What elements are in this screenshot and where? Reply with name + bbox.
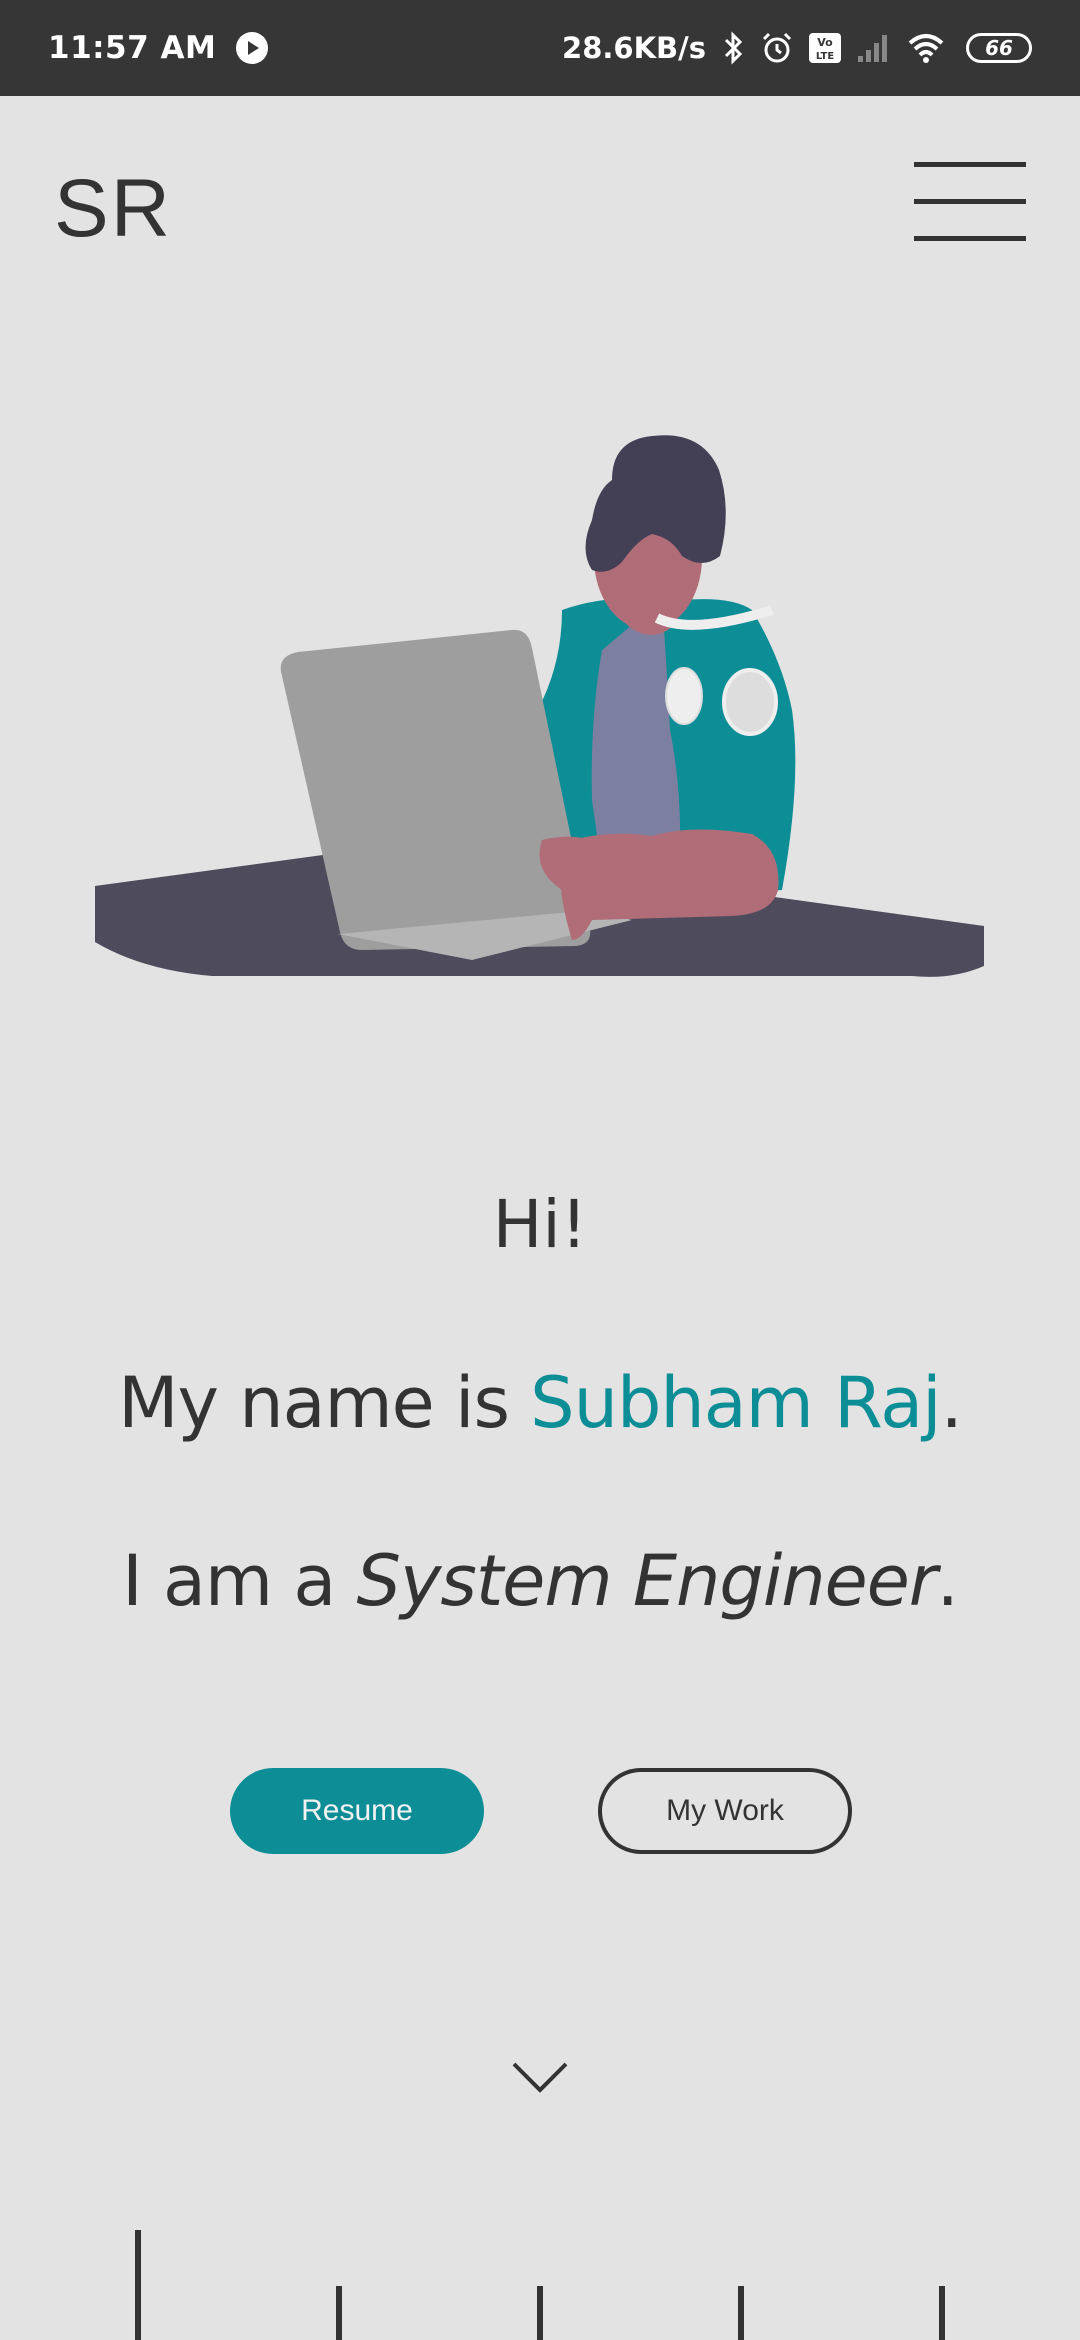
resume-button[interactable]: Resume (230, 1768, 484, 1854)
play-icon (236, 32, 269, 64)
name-line: My name is Subham Raj. (0, 1348, 1080, 1458)
chevron-down-icon[interactable] (510, 2058, 570, 2098)
headphones-right (722, 668, 778, 736)
hamburger-menu-icon[interactable] (912, 162, 1028, 242)
intro-section: Hi! My name is Subham Raj. I am a System… (0, 1170, 1080, 1636)
alarm-icon (760, 31, 794, 65)
role-line: I am a System Engineer. (0, 1526, 1080, 1636)
tick-line (939, 2286, 945, 2340)
name-suffix: . (940, 1362, 963, 1444)
my-work-button[interactable]: My Work (598, 1768, 852, 1854)
status-time: 11:57 AM (48, 30, 217, 66)
tick-line (738, 2286, 744, 2340)
wifi-icon (906, 32, 946, 64)
scroll-decoration (0, 2230, 1080, 2340)
role-title: System Engineer (356, 1540, 938, 1622)
person-with-laptop-illustration (95, 435, 984, 977)
status-bar: 11:57 AM 28.6KB/s Vo LTE 66 (0, 0, 1080, 96)
name-prefix: My name is (118, 1362, 531, 1444)
site-header: SR (0, 96, 1080, 316)
volte-icon: Vo LTE (808, 32, 842, 64)
greeting: Hi! (492, 1186, 588, 1263)
headphones-left (665, 667, 703, 725)
menu-bar-top (914, 162, 1026, 167)
cta-buttons: Resume My Work (0, 1768, 1080, 1854)
svg-text:Vo: Vo (817, 36, 833, 49)
status-icons: 28.6KB/s Vo LTE 66 (562, 31, 1032, 65)
tick-line (336, 2286, 342, 2340)
battery-level: 66 (985, 36, 1013, 60)
signal-icon (856, 32, 892, 64)
menu-bar-middle (914, 199, 1026, 204)
network-speed: 28.6KB/s (562, 31, 706, 65)
role-prefix: I am a (122, 1540, 357, 1622)
site-logo[interactable]: SR (54, 162, 172, 256)
tick-line (537, 2286, 543, 2340)
svg-text:LTE: LTE (816, 51, 835, 62)
menu-bar-bottom (914, 236, 1026, 241)
tick-line (135, 2230, 141, 2340)
role-suffix: . (936, 1540, 959, 1622)
battery-icon: 66 (966, 33, 1032, 63)
name-highlight: Subham Raj (530, 1362, 941, 1444)
bluetooth-icon (720, 31, 746, 65)
